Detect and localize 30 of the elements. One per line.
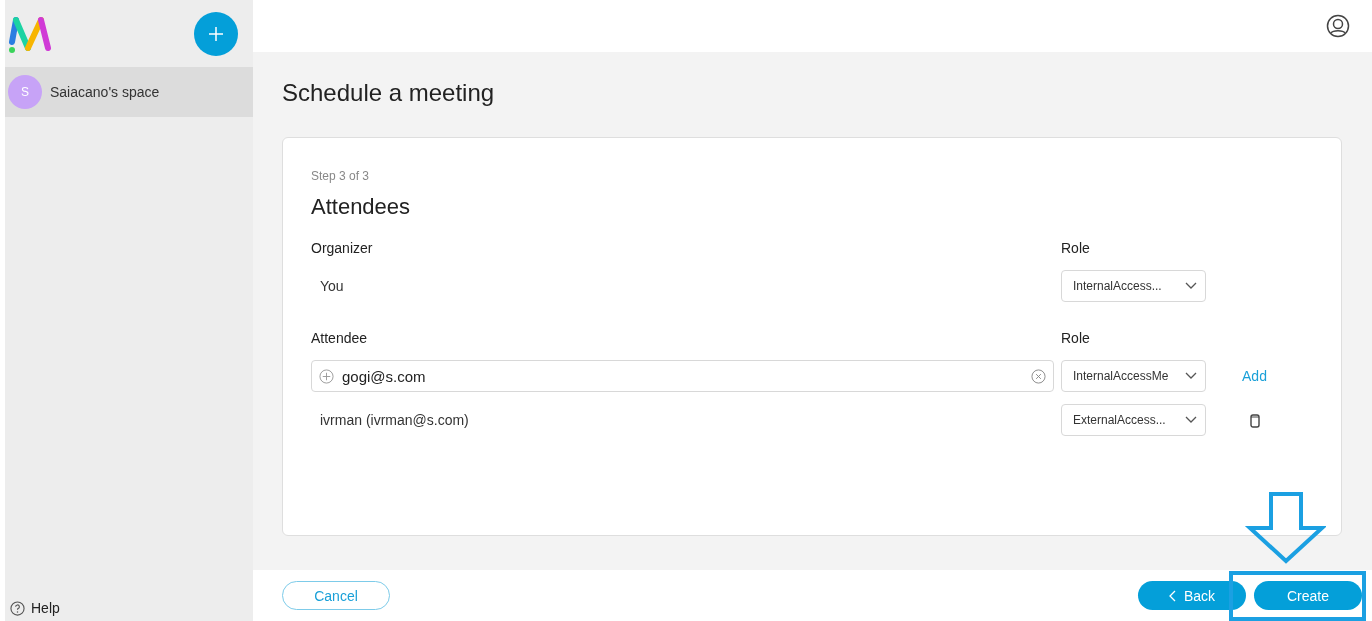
user-icon[interactable] <box>1326 14 1350 38</box>
plus-icon <box>208 25 224 42</box>
chevron-left-icon <box>1168 589 1176 602</box>
trash-icon <box>1249 412 1260 428</box>
help-icon <box>10 600 25 616</box>
clear-icon[interactable] <box>1031 368 1046 384</box>
field-label: Attendee <box>311 330 369 348</box>
page-title: Schedule a meeting <box>282 79 496 107</box>
chevron-down-icon <box>1185 372 1197 380</box>
field-label: Role <box>1061 330 1091 348</box>
help-link[interactable]: Help <box>10 600 253 616</box>
field-label: Role <box>1061 240 1091 258</box>
plus-circle-icon <box>319 368 334 384</box>
chevron-down-icon <box>1185 416 1197 424</box>
space-name: Saiacano's space <box>50 84 160 100</box>
chevron-down-icon <box>1185 282 1197 290</box>
section-title: Attendees <box>311 194 412 220</box>
role-select[interactable]: InternalAccessMe <box>1061 360 1206 392</box>
organizer-name: You <box>319 278 345 294</box>
attendee-name: ivrman (ivrman@s.com) <box>319 412 470 428</box>
role-select[interactable]: ExternalAccess... <box>1061 404 1206 436</box>
new-button[interactable] <box>194 11 238 56</box>
email-input[interactable]: gogi@s.com <box>340 366 1025 386</box>
attendee-field[interactable]: gogi@s.com <box>311 360 1054 392</box>
role-select[interactable]: InternalAccess... <box>1061 270 1206 302</box>
space-item[interactable]: S Saiacano's space <box>5 67 253 117</box>
delete-button[interactable] <box>1249 412 1260 428</box>
field-label: Organizer <box>311 240 374 258</box>
step-indicator: Step 3 of 3 <box>311 169 371 183</box>
avatar: S <box>8 75 42 109</box>
